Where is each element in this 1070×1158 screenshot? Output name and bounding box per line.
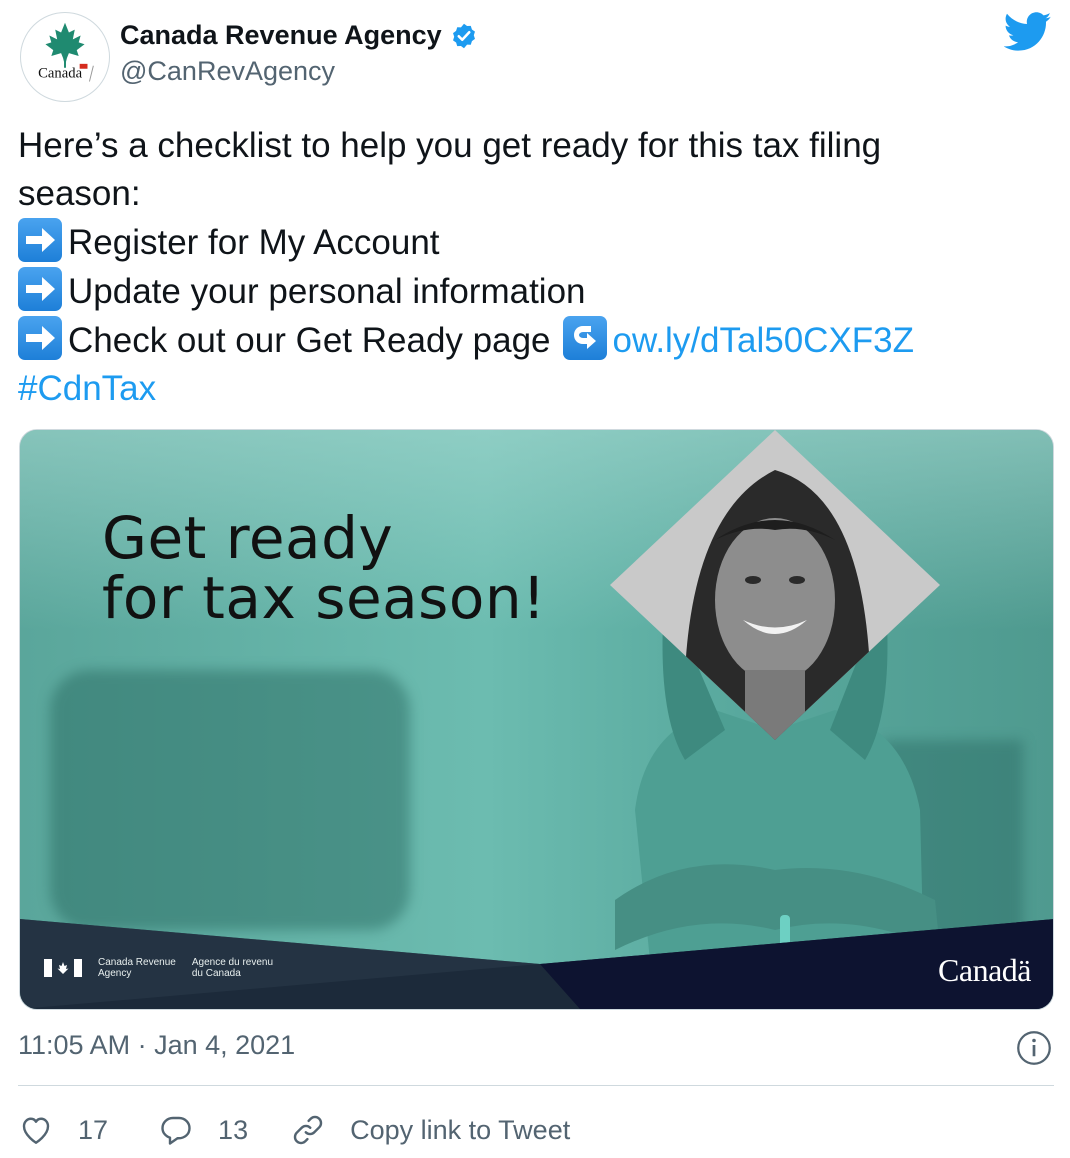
tweet-media-image[interactable]: Get ready for tax season! Canada Revenue… bbox=[19, 429, 1054, 1010]
info-icon[interactable] bbox=[1016, 1030, 1052, 1066]
canada-wordmark: Canadä bbox=[938, 952, 1031, 988]
like-count: 17 bbox=[78, 1114, 109, 1145]
right-arrow-emoji-icon bbox=[18, 316, 62, 360]
heart-icon bbox=[22, 1117, 50, 1144]
reply-button[interactable]: 13 bbox=[158, 1112, 248, 1148]
tweet-link[interactable]: ow.ly/dTal50CXF3Z bbox=[613, 321, 915, 360]
checklist-item-text: Update your personal information bbox=[68, 272, 586, 311]
checklist-item: Update your personal information bbox=[18, 267, 1053, 316]
like-button[interactable]: 17 bbox=[18, 1112, 108, 1148]
checklist-item: Register for My Account bbox=[18, 218, 1053, 267]
fip-french-line: du Canada bbox=[191, 968, 241, 979]
tweet-timestamp[interactable]: 11:05 AM · Jan 4, 2021 bbox=[18, 1030, 295, 1061]
reply-bubble-icon bbox=[161, 1116, 191, 1145]
divider bbox=[18, 1085, 1054, 1086]
checklist-item-text: Register for My Account bbox=[68, 223, 440, 262]
avatar[interactable]: Canada bbox=[20, 12, 110, 102]
copy-link-label: Copy link to Tweet bbox=[350, 1114, 571, 1145]
fip-english-line: Agency bbox=[98, 968, 132, 979]
fip-french-line: Agence du revenu bbox=[191, 957, 274, 968]
right-arrow-emoji-icon bbox=[18, 267, 62, 311]
tweet-line: Here’s a checklist to help you get ready… bbox=[18, 126, 882, 165]
tweet-line: season: bbox=[18, 174, 141, 213]
media-headline: Get ready for tax season! bbox=[102, 508, 546, 628]
svg-text:Canada: Canada bbox=[38, 66, 82, 82]
copy-link-button[interactable]: Copy link to Tweet bbox=[290, 1112, 570, 1148]
fip-signature: Canada Revenue Agency Agence du revenu d… bbox=[44, 957, 273, 979]
canada-leaf-logo-icon: Canada bbox=[38, 22, 94, 82]
headline-line: for tax season! bbox=[102, 564, 546, 632]
headline-line: Get ready bbox=[102, 504, 394, 572]
canada-flag-icon bbox=[44, 959, 82, 977]
display-name[interactable]: Canada Revenue Agency bbox=[120, 20, 442, 51]
return-arrow-emoji-icon bbox=[562, 316, 607, 360]
checklist-item-text: Check out our Get Ready page bbox=[68, 321, 551, 360]
handle[interactable]: @CanRevAgency bbox=[120, 56, 335, 87]
action-bar: 17 13 Copy link to Tweet bbox=[18, 1108, 570, 1152]
twitter-bird-icon[interactable] bbox=[1004, 12, 1052, 52]
background-sofa-shape bbox=[50, 670, 410, 930]
right-arrow-emoji-icon bbox=[18, 218, 62, 262]
fip-english-line: Canada Revenue bbox=[98, 957, 176, 968]
hashtag-link[interactable]: #CdnTax bbox=[18, 369, 156, 408]
tweet-text: Here’s a checklist to help you get ready… bbox=[18, 122, 1053, 413]
reply-count: 13 bbox=[218, 1114, 249, 1145]
checklist-item: Check out our Get Ready page ow.ly/dTal5… bbox=[18, 316, 1053, 365]
link-chain-icon bbox=[293, 1115, 323, 1145]
verified-badge-icon bbox=[452, 23, 475, 48]
